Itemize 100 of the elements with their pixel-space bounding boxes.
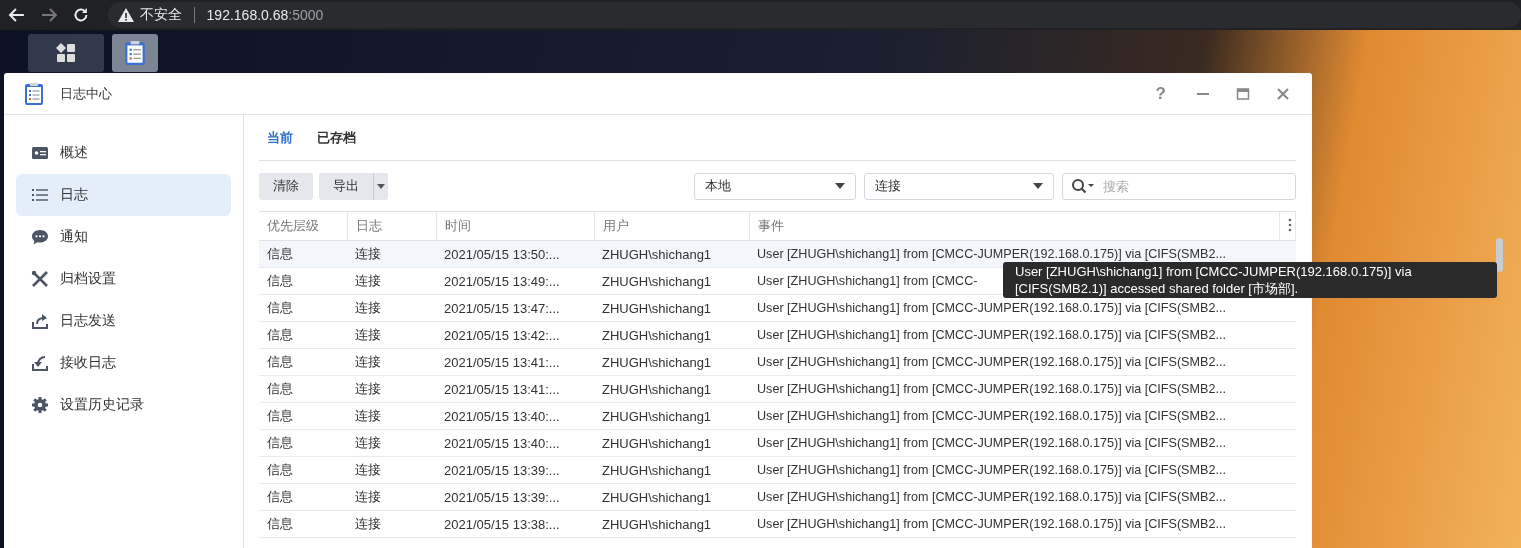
address-bar[interactable]: 不安全 192.168.0.68:5000 <box>107 2 1521 28</box>
caret-icon <box>1033 183 1043 189</box>
category-dropdown[interactable]: 连接 <box>864 172 1054 200</box>
table-cell: 连接 <box>347 375 436 403</box>
table-cell: 信息 <box>259 456 347 484</box>
settings-icon <box>30 395 50 415</box>
table-cell: 信息 <box>259 348 347 376</box>
column-header[interactable]: 时间 <box>436 211 594 241</box>
table-cell: 2021/05/15 13:50:... <box>436 240 594 268</box>
source-dropdown[interactable]: 本地 <box>694 172 856 200</box>
upload-icon <box>30 311 50 331</box>
table-cell: 连接 <box>347 483 436 511</box>
table-cell: 连接 <box>347 267 436 295</box>
sidebar-item[interactable]: 设置历史记录 <box>16 384 231 426</box>
table-cell: 2021/05/15 13:49:... <box>436 267 594 295</box>
download-icon <box>30 353 50 373</box>
table-cell: User [ZHUGH\shichang1] from [CMCC-JUMPER(192.168.0.175)] via [CIFS(SMB2... <box>749 348 1296 376</box>
search-input[interactable]: 搜索 <box>1099 174 1291 198</box>
table-cell: 连接 <box>347 402 436 430</box>
table-cell: ZHUGH\shichang1 <box>594 348 749 376</box>
table-cell: 信息 <box>259 267 347 295</box>
table-cell: 2021/05/15 13:38:... <box>436 510 594 538</box>
table-cell: 信息 <box>259 510 347 538</box>
table-cell: User [ZHUGH\shichang1] from [CMCC-JUMPER(192.168.0.175)] via [CIFS(SMB2... <box>749 402 1296 430</box>
sidebar-item[interactable]: 接收日志 <box>16 342 231 384</box>
back-icon[interactable] <box>8 6 26 24</box>
export-button[interactable]: 导出 <box>319 172 373 200</box>
table-cell: 连接 <box>347 429 436 457</box>
table-cell: 2021/05/15 13:47:... <box>436 294 594 322</box>
table-cell: 2021/05/15 13:40:... <box>436 429 594 457</box>
table-cell: 连接 <box>347 240 436 268</box>
table-cell: 信息 <box>259 240 347 268</box>
table-cell: 2021/05/15 13:42:... <box>436 321 594 349</box>
table-cell: ZHUGH\shichang1 <box>594 240 749 268</box>
table-cell: ZHUGH\shichang1 <box>594 456 749 484</box>
table-cell: 连接 <box>347 321 436 349</box>
scrollbar-thumb[interactable] <box>1496 238 1503 272</box>
clipboard-list-icon[interactable] <box>122 40 148 66</box>
search-field[interactable]: 搜索 <box>1062 172 1296 200</box>
sidebar-item[interactable]: 通知 <box>16 216 231 258</box>
warning-icon <box>117 8 134 22</box>
close-icon[interactable] <box>1276 86 1290 101</box>
table-cell: User [ZHUGH\shichang1] from [CMCC-JUMPER(192.168.0.175)] via [CIFS(SMB2... <box>749 321 1296 349</box>
url-port: :5000 <box>288 7 324 23</box>
table-cell: 信息 <box>259 375 347 403</box>
table-cell: ZHUGH\shichang1 <box>594 375 749 403</box>
grid-icon <box>56 43 76 63</box>
help-button[interactable]: ? <box>1145 83 1176 104</box>
window-title: 日志中心 <box>60 84 113 103</box>
table-cell: 2021/05/15 13:41:... <box>436 348 594 376</box>
table-cell: 2021/05/15 13:41:... <box>436 375 594 403</box>
table-cell: ZHUGH\shichang1 <box>594 321 749 349</box>
table-cell: User [ZHUGH\shichang1] from [CMCC-JUMPER(192.168.0.175)] via [CIFS(SMB2... <box>749 375 1296 403</box>
table-cell: User [ZHUGH\shichang1] from [CMCC-JUMPER(192.168.0.175)] via [CIFS(SMB2... <box>749 510 1296 538</box>
table-cell: 2021/05/15 13:39:... <box>436 483 594 511</box>
maximize-icon[interactable] <box>1236 86 1250 101</box>
column-header[interactable]: 日志 <box>347 211 436 241</box>
table-cell: 连接 <box>347 348 436 376</box>
table-cell: User [ZHUGH\shichang1] from [CMCC-JUMPER(192.168.0.175)] via [CIFS(SMB2... <box>749 429 1296 457</box>
table-cell: 连接 <box>347 456 436 484</box>
caret-icon <box>835 183 845 189</box>
url-host: 192.168.0.68 <box>206 7 289 23</box>
table-cell: 连接 <box>347 294 436 322</box>
table-cell: ZHUGH\shichang1 <box>594 483 749 511</box>
table-cell: 2021/05/15 13:39:... <box>436 456 594 484</box>
security-warning: 不安全 <box>139 6 182 24</box>
sidebar-item[interactable]: 归档设置 <box>16 258 231 300</box>
column-header[interactable]: 优先层级 <box>259 211 347 241</box>
sidebar-item[interactable]: 概述 <box>16 132 231 174</box>
table-cell: 信息 <box>259 294 347 322</box>
column-header[interactable]: 事件 <box>749 211 1280 241</box>
forward-icon[interactable] <box>39 6 58 24</box>
column-header[interactable]: 用户 <box>594 211 749 241</box>
clipboard-list-icon[interactable] <box>22 81 46 106</box>
table-cell: 2021/05/15 13:40:... <box>436 402 594 430</box>
taskbar-button[interactable] <box>28 34 104 72</box>
caret-icon <box>377 183 385 189</box>
chat-bubble-icon <box>30 227 50 247</box>
table-cell: ZHUGH\shichang1 <box>594 402 749 430</box>
taskbar-button[interactable] <box>112 34 158 72</box>
export-split-button[interactable]: 导出 <box>319 172 388 200</box>
table-cell: 信息 <box>259 483 347 511</box>
sidebar-item[interactable]: 日志发送 <box>16 300 231 342</box>
dropdown-button[interactable] <box>373 172 388 200</box>
table-cell: 信息 <box>259 321 347 349</box>
tooltip: User [ZHUGH\shichang1] from [CMCC-JUMPER(192.168.0.175)] via [CIFS(SMB2.1)] accessed shared folder [市场部]. <box>1003 262 1497 298</box>
more-icon[interactable] <box>1288 217 1292 232</box>
reload-icon[interactable] <box>71 6 90 24</box>
table-cell: 信息 <box>259 402 347 430</box>
table-cell: User [ZHUGH\shichang1] from [CMCC-JUMPER(192.168.0.175)] via [CIFS(SMB2... <box>749 483 1296 511</box>
tab[interactable]: 当前 <box>267 115 293 160</box>
table-cell: 连接 <box>347 510 436 538</box>
table-cell: ZHUGH\shichang1 <box>594 294 749 322</box>
clear-button[interactable]: 清除 <box>259 172 313 200</box>
tab[interactable]: 已存档 <box>317 115 356 160</box>
tools-icon <box>30 269 50 289</box>
table-cell: User [ZHUGH\shichang1] from [CMCC-JUMPER(192.168.0.175)] via [CIFS(SMB2... <box>749 456 1296 484</box>
search-icon[interactable] <box>1071 178 1095 194</box>
sidebar-item[interactable]: 日志 <box>16 174 231 216</box>
table-cell: 信息 <box>259 429 347 457</box>
